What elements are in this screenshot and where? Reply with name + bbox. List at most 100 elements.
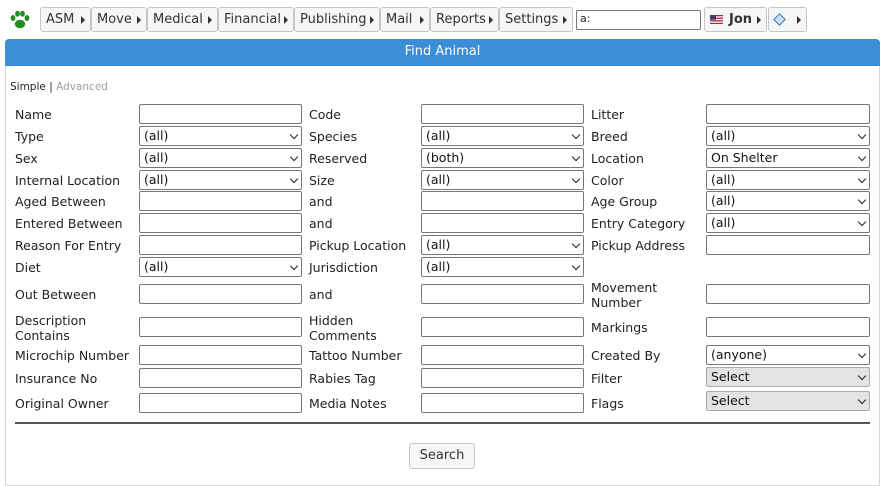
filter-label: Filter: [591, 371, 622, 386]
entered-from-input[interactable]: [139, 213, 302, 233]
description-contains-label-line1: Description: [15, 313, 87, 328]
us-flag-icon: [710, 15, 723, 24]
media-notes-input[interactable]: [421, 393, 584, 413]
age-group-label: Age Group: [591, 194, 658, 209]
species-label: Species: [309, 129, 358, 144]
paw-logo-icon[interactable]: [9, 9, 31, 31]
reason-for-entry-input[interactable]: [139, 235, 302, 255]
tattoo-number-input[interactable]: [421, 345, 584, 365]
chevron-down-icon: [571, 130, 581, 140]
created-by-select[interactable]: (anyone): [706, 345, 870, 365]
description-contains-input[interactable]: [139, 317, 302, 337]
breed-select[interactable]: (all): [706, 126, 870, 146]
reserved-select[interactable]: (both): [421, 148, 584, 168]
hidden-comments-input[interactable]: [421, 317, 584, 337]
menu-financial[interactable]: Financial: [218, 7, 294, 32]
chevron-down-icon: [289, 152, 299, 162]
help-menu[interactable]: [768, 7, 807, 32]
pickup-location-select[interactable]: (all): [421, 235, 584, 255]
caret-right-icon: [563, 16, 567, 24]
caret-right-icon: [208, 16, 212, 24]
markings-input[interactable]: [706, 317, 870, 337]
menu-medical[interactable]: Medical: [147, 7, 218, 32]
caret-right-icon: [137, 16, 141, 24]
simple-mode-link[interactable]: Simple: [10, 81, 46, 93]
microchip-number-label: Microchip Number: [15, 348, 130, 363]
jurisdiction-select[interactable]: (all): [421, 257, 584, 277]
menu-bar: ASM Move Medical Financial Publishing Ma…: [0, 0, 886, 38]
movement-number-label-line2: Number: [591, 295, 642, 310]
entered-to-input[interactable]: [421, 213, 584, 233]
chevron-down-icon: [571, 174, 581, 184]
aged-to-input[interactable]: [421, 191, 584, 211]
color-select[interactable]: (all): [706, 170, 870, 190]
code-label: Code: [309, 107, 342, 122]
internal-location-select[interactable]: (all): [139, 170, 302, 190]
page-title-bar: Find Animal: [5, 39, 880, 66]
size-label: Size: [309, 173, 335, 188]
form-divider: [15, 422, 870, 424]
location-label: Location: [591, 151, 644, 166]
age-group-select[interactable]: (all): [706, 191, 870, 211]
search-button[interactable]: Search: [409, 443, 475, 469]
pickup-location-label: Pickup Location: [309, 238, 407, 253]
user-menu[interactable]: Jon: [704, 7, 767, 32]
page-title: Find Animal: [404, 44, 481, 59]
entered-between-label: Entered Between: [15, 216, 123, 231]
rabies-tag-input[interactable]: [421, 368, 584, 388]
out-from-input[interactable]: [139, 284, 302, 304]
breed-label: Breed: [591, 129, 628, 144]
movement-number-input[interactable]: [706, 284, 870, 304]
menu-settings[interactable]: Settings: [499, 7, 573, 32]
pickup-address-label: Pickup Address: [591, 238, 686, 253]
out-between-label: Out Between: [15, 287, 97, 302]
hidden-comments-label-line2: Comments: [309, 328, 377, 343]
original-owner-input[interactable]: [139, 393, 302, 413]
code-input[interactable]: [421, 104, 584, 124]
type-label: Type: [15, 129, 44, 144]
advanced-mode-link[interactable]: Advanced: [56, 81, 108, 93]
size-select[interactable]: (all): [421, 170, 584, 190]
type-select[interactable]: (all): [139, 126, 302, 146]
menu-reports[interactable]: Reports: [430, 7, 499, 32]
chevron-down-icon: [571, 261, 581, 271]
chevron-down-icon: [857, 349, 867, 359]
filter-multiselect[interactable]: Select: [706, 367, 870, 387]
description-contains-label-line2: Contains: [15, 328, 70, 343]
name-label: Name: [15, 107, 52, 122]
pickup-address-input[interactable]: [706, 235, 870, 255]
chevron-down-icon: [571, 239, 581, 249]
aged-and-label: and: [309, 194, 333, 209]
litter-input[interactable]: [706, 104, 870, 124]
aged-from-input[interactable]: [139, 191, 302, 211]
rabies-tag-label: Rabies Tag: [309, 371, 376, 386]
chevron-down-icon: [857, 174, 867, 184]
original-owner-label: Original Owner: [15, 396, 109, 411]
created-by-label: Created By: [591, 348, 661, 363]
media-notes-label: Media Notes: [309, 396, 387, 411]
diet-select[interactable]: (all): [139, 257, 302, 277]
entry-category-select[interactable]: (all): [706, 213, 870, 233]
tattoo-number-label: Tattoo Number: [309, 348, 402, 363]
microchip-number-input[interactable]: [139, 345, 302, 365]
search-mode-switch: Simple | Advanced: [10, 81, 108, 93]
sex-label: Sex: [15, 151, 38, 166]
chevron-down-icon: [857, 395, 867, 405]
insurance-no-input[interactable]: [139, 368, 302, 388]
name-input[interactable]: [139, 104, 302, 124]
chevron-down-icon: [289, 174, 299, 184]
sex-select[interactable]: (all): [139, 148, 302, 168]
location-select[interactable]: On Shelter: [706, 148, 870, 168]
menu-mail[interactable]: Mail: [380, 7, 430, 32]
menu-publishing[interactable]: Publishing: [294, 7, 380, 32]
caret-right-icon: [370, 16, 374, 24]
menu-asm[interactable]: ASM: [40, 7, 91, 32]
insurance-no-label: Insurance No: [15, 371, 98, 386]
menu-move[interactable]: Move: [91, 7, 147, 32]
out-and-label: and: [309, 287, 333, 302]
quick-search-input[interactable]: a:: [576, 10, 701, 30]
chevron-down-icon: [857, 195, 867, 205]
out-to-input[interactable]: [421, 284, 584, 304]
flags-multiselect[interactable]: Select: [706, 391, 870, 411]
species-select[interactable]: (all): [421, 126, 584, 146]
